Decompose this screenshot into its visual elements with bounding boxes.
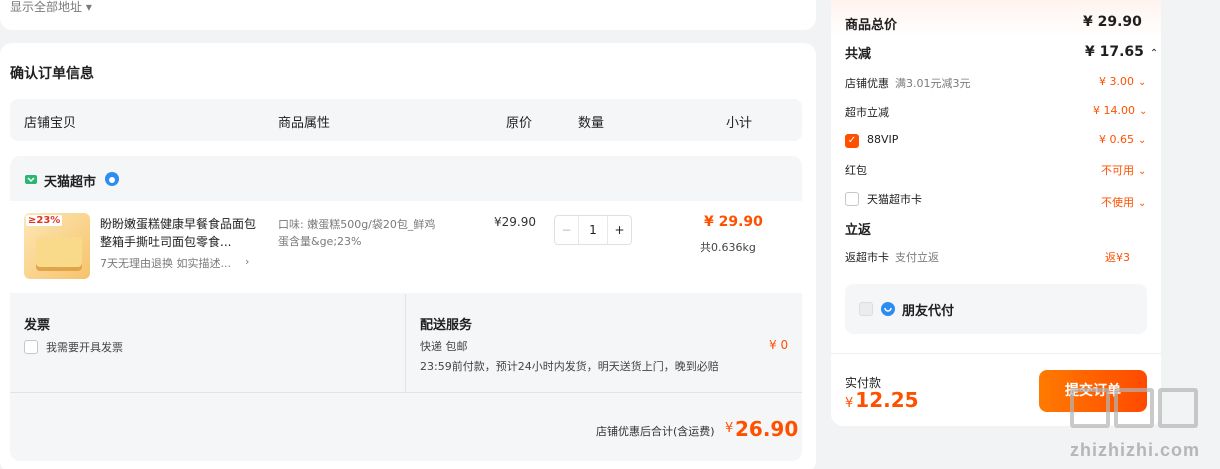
discount-row-label: 天猫超市卡 — [867, 193, 922, 206]
discount-row-redpacket[interactable]: 红包 不可用 ⌄ — [845, 162, 1147, 182]
friend-pay-checkbox[interactable] — [859, 302, 873, 316]
delivery-fee: ¥ 0 — [769, 338, 789, 352]
quantity-stepper: − 1 + — [554, 215, 632, 245]
discount-row-value: 不使用 ⌄ — [1101, 196, 1147, 209]
goods-total-label: 商品总价 — [845, 18, 898, 33]
store-block: 天猫超市 ≥23% 盼盼嫩蛋糕健康早餐食品面包整箱手撕吐司面包零食... 7天无… — [10, 156, 802, 461]
header-attr: 商品属性 — [278, 116, 331, 131]
delivery-section: 配送服务 快递 包邮 23:59前付款，预计24小时内发货，明天送货上门，晚到必… — [406, 294, 802, 392]
friend-pay-icon — [880, 301, 896, 317]
product-price: ¥29.90 — [494, 215, 536, 229]
show-all-address-link[interactable]: 显示全部地址 ▾ — [10, 0, 92, 15]
watermark-text: zhizhizhi.com — [1070, 440, 1200, 460]
rebate-title: 立返 — [845, 223, 872, 238]
discount-row-card[interactable]: 天猫超市卡 不使用 ⌄ — [845, 190, 1147, 210]
friend-pay-label: 朋友代付 — [902, 304, 955, 319]
chevron-down-icon: ⌄ — [1138, 166, 1147, 177]
delivery-title: 配送服务 — [420, 318, 473, 333]
discount-row-shop[interactable]: 店铺优惠 满3.01元减3元 ¥ 3.00 ⌄ — [845, 75, 1147, 95]
rebate-row: 返超市卡 支付立返 返¥3 — [845, 249, 1147, 269]
discount-total[interactable]: ¥ 17.65 ⌃ — [1085, 44, 1158, 60]
actual-pay-amount: ¥12.25 — [845, 388, 919, 412]
divider — [831, 353, 1161, 354]
discount-row-value: ¥ 14.00 ⌄ — [1093, 104, 1148, 117]
discount-label: 共减 — [845, 47, 872, 62]
rebate-sub: 支付立返 — [895, 251, 939, 264]
product-name[interactable]: 盼盼嫩蛋糕健康早餐食品面包整箱手撕吐司面包零食... — [100, 215, 260, 251]
actual-pay-currency: ¥ — [845, 396, 854, 411]
product-thumbnail[interactable]: ≥23% — [24, 213, 90, 279]
rebate-value: 返¥3 — [1105, 251, 1130, 264]
tmall-supermarket-icon — [24, 173, 38, 185]
cake-image — [36, 237, 82, 267]
product-row: ≥23% 盼盼嫩蛋糕健康早餐食品面包整箱手撕吐司面包零食... 7天无理由退换 … — [10, 201, 802, 293]
discount-row-label: 88VIP — [867, 133, 899, 146]
header-qty: 数量 — [578, 116, 605, 131]
rebate-label: 返超市卡 — [845, 251, 889, 264]
store-total-label: 店铺优惠后合计(含运费) — [596, 425, 715, 438]
delivery-desc: 23:59前付款，预计24小时内发货，明天送货上门，晚到必赔 — [420, 360, 719, 373]
invoice-option-label: 我需要开具发票 — [46, 341, 123, 354]
invoice-checkbox[interactable] — [24, 340, 38, 354]
watermark-logo — [1070, 388, 1202, 431]
chevron-right-icon: › — [245, 255, 250, 268]
card-checkbox[interactable] — [845, 192, 859, 206]
product-tags[interactable]: 7天无理由退换 如实描述... › — [100, 255, 260, 271]
chevron-down-icon: ⌄ — [1138, 77, 1147, 88]
quantity-input[interactable]: 1 — [579, 216, 607, 244]
store-total-currency: ¥ — [725, 421, 734, 436]
chevron-down-icon: ⌄ — [1138, 135, 1147, 146]
store-chat-icon[interactable] — [104, 171, 120, 187]
product-subtotal: ¥ 29.90 — [704, 214, 763, 230]
order-title: 确认订单信息 — [10, 66, 94, 82]
discount-row-sub: 满3.01元减3元 — [895, 77, 971, 90]
address-card: 显示全部地址 ▾ — [0, 0, 816, 30]
friend-pay-box[interactable]: 朋友代付 — [845, 284, 1147, 334]
discount-row-label: 超市立减 — [845, 106, 889, 119]
store-total-amount: 26.90 — [735, 417, 799, 441]
product-weight: 共0.636kg — [700, 241, 756, 254]
increase-button[interactable]: + — [607, 216, 631, 244]
store-name: 天猫超市 — [44, 175, 97, 190]
product-attr: 口味: 嫩蛋糕500g/袋20包_鲜鸡蛋含量&ge;23% — [278, 218, 436, 248]
discount-row-supermarket[interactable]: 超市立减 ¥ 14.00 ⌄ — [845, 104, 1147, 124]
decrease-button[interactable]: − — [555, 216, 579, 244]
discount-row-88vip[interactable]: ✓ 88VIP ¥ 0.65 ⌄ — [845, 132, 1147, 152]
invoice-title: 发票 — [24, 318, 51, 333]
discount-row-value: ¥ 0.65 ⌄ — [1099, 133, 1147, 146]
discount-row-label: 店铺优惠 — [845, 77, 889, 90]
store-total: 店铺优惠后合计(含运费) ¥ 26.90 — [10, 393, 802, 461]
header-price: 原价 — [506, 116, 533, 131]
vip-checkbox[interactable]: ✓ — [845, 134, 859, 148]
chevron-down-icon: ⌄ — [1138, 198, 1147, 209]
order-card: 确认订单信息 店铺宝贝 商品属性 原价 数量 小计 天猫超市 ≥23% 盼盼嫩蛋… — [0, 43, 816, 469]
goods-total-value: ¥ 29.90 — [1083, 14, 1142, 30]
chevron-up-icon: ⌃ — [1149, 48, 1159, 59]
header-subtotal: 小计 — [726, 116, 753, 131]
header-shop: 店铺宝贝 — [24, 116, 77, 131]
discount-row-label: 红包 — [845, 164, 867, 177]
chevron-down-icon: ⌄ — [1139, 106, 1148, 117]
product-badge: ≥23% — [26, 215, 63, 226]
summary-panel: 商品总价 ¥ 29.90 共减 ¥ 17.65 ⌃ 店铺优惠 满3.01元减3元 … — [831, 0, 1161, 426]
invoice-section: 发票 我需要开具发票 — [10, 294, 405, 392]
discount-row-value: 不可用 ⌄ — [1101, 164, 1147, 177]
discount-row-value: ¥ 3.00 ⌄ — [1099, 75, 1147, 88]
delivery-method: 快递 包邮 — [420, 340, 468, 353]
table-header: 店铺宝贝 商品属性 原价 数量 小计 — [10, 99, 802, 141]
watermark: zhizhizhi.com — [1070, 388, 1216, 468]
